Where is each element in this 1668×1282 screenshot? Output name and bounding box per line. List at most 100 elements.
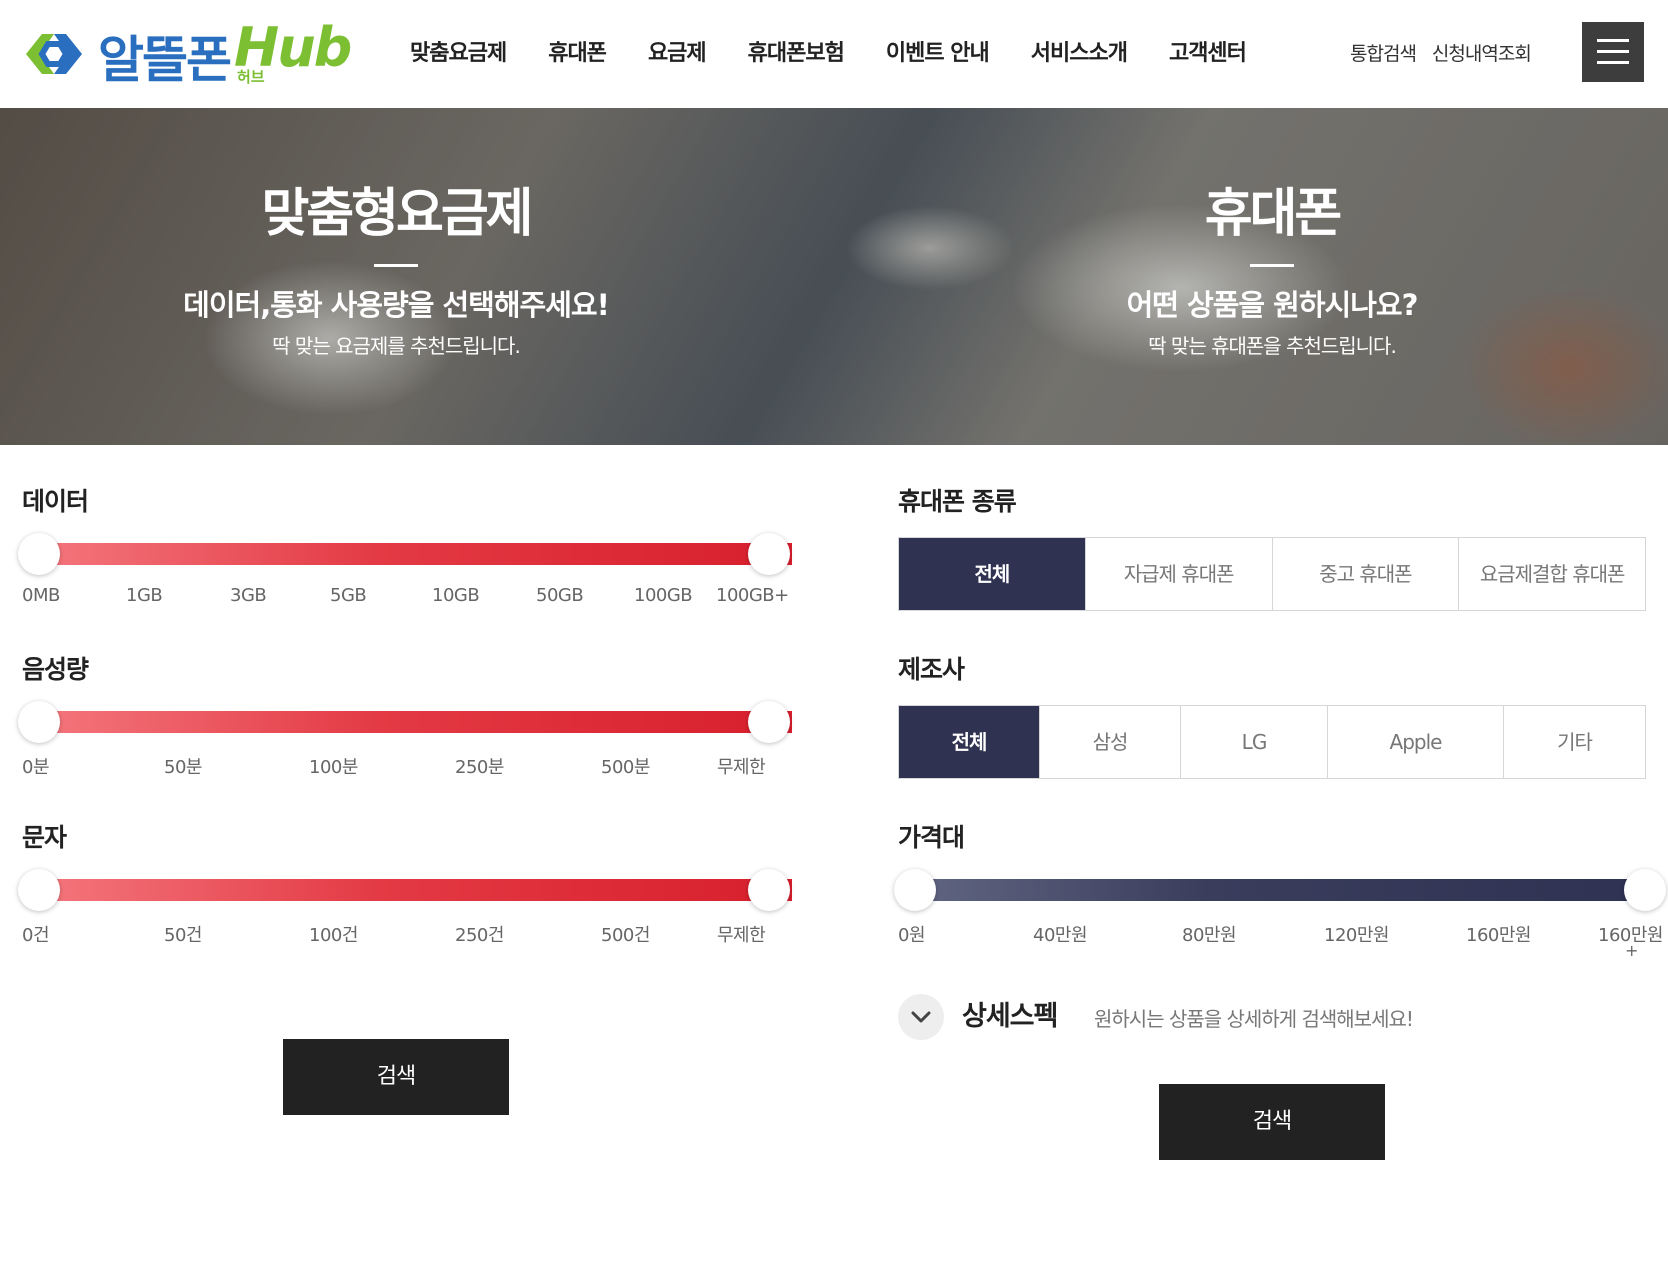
price-label: 가격대: [898, 823, 965, 852]
integrated-search-link[interactable]: 통합검색: [1350, 34, 1417, 74]
hero-divider: [1250, 264, 1294, 267]
hero-title: 맞춤형요금제: [261, 184, 533, 244]
hero-phone: 휴대폰 어떤 상품을 원하시나요? 딱 맞는 휴대폰을 추천드립니다.: [922, 108, 1622, 359]
site-header: 알뜰폰 Hub 허브 맞춤요금제 휴대폰 요금제 휴대폰보험 이벤트 안내 서비…: [0, 0, 1668, 108]
sms-max-handle[interactable]: [748, 869, 790, 911]
data-label: 데이터: [22, 487, 89, 516]
data-tick: 50GB: [536, 585, 584, 606]
price-max-handle[interactable]: [1624, 869, 1666, 911]
sms-tick: 무제한: [717, 925, 766, 946]
voice-tick: 100분: [309, 757, 358, 778]
detail-spec-toggle[interactable]: [898, 994, 944, 1040]
main-nav: 맞춤요금제 휴대폰 요금제 휴대폰보험 이벤트 안내 서비스소개 고객센터: [410, 34, 1288, 74]
maker-label: 제조사: [898, 655, 965, 684]
voice-range-track[interactable]: [40, 711, 792, 733]
data-tick: 1GB: [126, 585, 163, 606]
nav-item-support[interactable]: 고객센터: [1169, 34, 1247, 74]
hero-custom-plan: 맞춤형요금제 데이터,통화 사용량을 선택해주세요! 딱 맞는 요금제를 추천드…: [46, 108, 746, 359]
data-tick: 5GB: [330, 585, 367, 606]
voice-tick: 무제한: [717, 757, 766, 778]
maker-selector: 전체 삼성 LG Apple 기타: [898, 705, 1646, 779]
hero-description: 딱 맞는 요금제를 추천드립니다.: [272, 334, 521, 358]
voice-tick: 0분: [22, 757, 50, 778]
phone-search-button[interactable]: 검색: [1159, 1084, 1385, 1160]
data-tick-labels: 0MB 1GB 3GB 5GB 10GB 50GB 100GB 100GB+: [22, 585, 812, 611]
sms-tick: 500건: [601, 925, 650, 946]
site-logo[interactable]: 알뜰폰 Hub 허브: [20, 16, 352, 89]
phone-type-label: 휴대폰 종류: [898, 487, 1017, 516]
menu-icon-bar: [1597, 50, 1629, 53]
price-range-track[interactable]: [916, 879, 1646, 901]
data-max-handle[interactable]: [748, 533, 790, 575]
phone-type-group: 휴대폰 종류 전체 자급제 휴대폰 중고 휴대폰 요금제결합 휴대폰: [898, 485, 1646, 615]
data-tick: 10GB: [432, 585, 480, 606]
sms-tick-labels: 0건 50건 100건 250건 500건 무제한: [22, 921, 812, 947]
maker-group: 제조사 전체 삼성 LG Apple 기타: [898, 653, 1646, 783]
phone-type-option-unlocked[interactable]: 자급제 휴대폰: [1086, 538, 1273, 610]
nav-item-service[interactable]: 서비스소개: [1031, 34, 1128, 74]
data-slider-group: 데이터 0MB 1GB 3GB 5GB 10GB 50GB 100GB 100G…: [18, 485, 792, 615]
logo-sub-text: 허브: [237, 68, 265, 86]
hero-divider: [374, 264, 418, 267]
nav-item-custom-plan[interactable]: 맞춤요금제: [410, 34, 507, 74]
voice-min-handle[interactable]: [18, 701, 60, 743]
price-tick-labels: 0원 40만원 80만원 120만원 160만원 160만원 +: [898, 921, 1668, 960]
hero-description: 딱 맞는 휴대폰을 추천드립니다.: [1148, 334, 1397, 358]
price-tick: 0원: [898, 925, 926, 946]
data-min-handle[interactable]: [18, 533, 60, 575]
voice-slider-group: 음성량 0분 50분 100분 250분 500분 무제한: [18, 653, 792, 783]
detail-spec-row: 상세스펙 원하시는 상품을 상세하게 검색해보세요!: [898, 993, 1638, 1041]
menu-icon-bar: [1597, 39, 1629, 42]
sms-range-track[interactable]: [40, 879, 792, 901]
logo-mark-icon: [26, 34, 82, 74]
phone-type-selector: 전체 자급제 휴대폰 중고 휴대폰 요금제결합 휴대폰: [898, 537, 1646, 611]
logo-text: 알뜰폰: [98, 31, 232, 89]
nav-item-event[interactable]: 이벤트 안내: [886, 34, 990, 74]
hero-banner: 맞춤형요금제 데이터,통화 사용량을 선택해주세요! 딱 맞는 요금제를 추천드…: [0, 108, 1668, 445]
sms-tick: 250건: [455, 925, 504, 946]
menu-icon-bar: [1597, 61, 1629, 64]
sms-tick: 50건: [164, 925, 202, 946]
phone-type-option-used[interactable]: 중고 휴대폰: [1273, 538, 1460, 610]
maker-option-all[interactable]: 전체: [899, 706, 1040, 778]
data-tick: 0MB: [22, 585, 60, 606]
maker-option-apple[interactable]: Apple: [1328, 706, 1504, 778]
nav-item-plan[interactable]: 요금제: [648, 34, 707, 74]
phone-type-option-all[interactable]: 전체: [899, 538, 1086, 610]
voice-tick-labels: 0분 50분 100분 250분 500분 무제한: [22, 753, 812, 779]
price-tick: 80만원: [1182, 925, 1237, 946]
order-history-link[interactable]: 신청내역조회: [1432, 34, 1532, 74]
price-tick: 160만원: [1466, 925, 1531, 946]
sms-tick: 0건: [22, 925, 50, 946]
price-tick: 120만원: [1324, 925, 1389, 946]
nav-item-phone[interactable]: 휴대폰: [548, 34, 607, 74]
voice-label: 음성량: [22, 655, 89, 684]
data-range-track[interactable]: [40, 543, 792, 565]
voice-max-handle[interactable]: [748, 701, 790, 743]
phone-type-option-bundle[interactable]: 요금제결합 휴대폰: [1459, 538, 1645, 610]
price-slider-group: 가격대 0원 40만원 80만원 120만원 160만원 160만원 +: [894, 821, 1666, 960]
hero-subtitle: 데이터,통화 사용량을 선택해주세요!: [183, 288, 610, 322]
maker-option-other[interactable]: 기타: [1504, 706, 1645, 778]
sms-min-handle[interactable]: [18, 869, 60, 911]
voice-tick: 250분: [455, 757, 504, 778]
sms-slider-group: 문자 0건 50건 100건 250건 500건 무제한: [18, 821, 792, 951]
detail-spec-description: 원하시는 상품을 상세하게 검색해보세요!: [1094, 1007, 1414, 1031]
maker-option-lg[interactable]: LG: [1181, 706, 1328, 778]
hero-title: 휴대폰: [1204, 184, 1343, 244]
voice-tick: 50분: [164, 757, 202, 778]
maker-option-samsung[interactable]: 삼성: [1040, 706, 1181, 778]
chevron-down-icon: [911, 1011, 931, 1023]
plan-search-button[interactable]: 검색: [283, 1039, 509, 1115]
hero-subtitle: 어떤 상품을 원하시나요?: [1126, 288, 1419, 322]
voice-tick: 500분: [601, 757, 650, 778]
sms-label: 문자: [22, 823, 67, 852]
sms-tick: 100건: [309, 925, 358, 946]
price-min-handle[interactable]: [894, 869, 936, 911]
utility-links: 통합검색 신청내역조회: [1350, 34, 1547, 74]
data-tick: 100GB+: [716, 585, 789, 606]
hamburger-menu-button[interactable]: [1582, 22, 1644, 82]
price-tick-suffix: +: [1625, 941, 1638, 960]
detail-spec-title[interactable]: 상세스펙: [962, 997, 1058, 1037]
nav-item-insurance[interactable]: 휴대폰보험: [748, 34, 845, 74]
